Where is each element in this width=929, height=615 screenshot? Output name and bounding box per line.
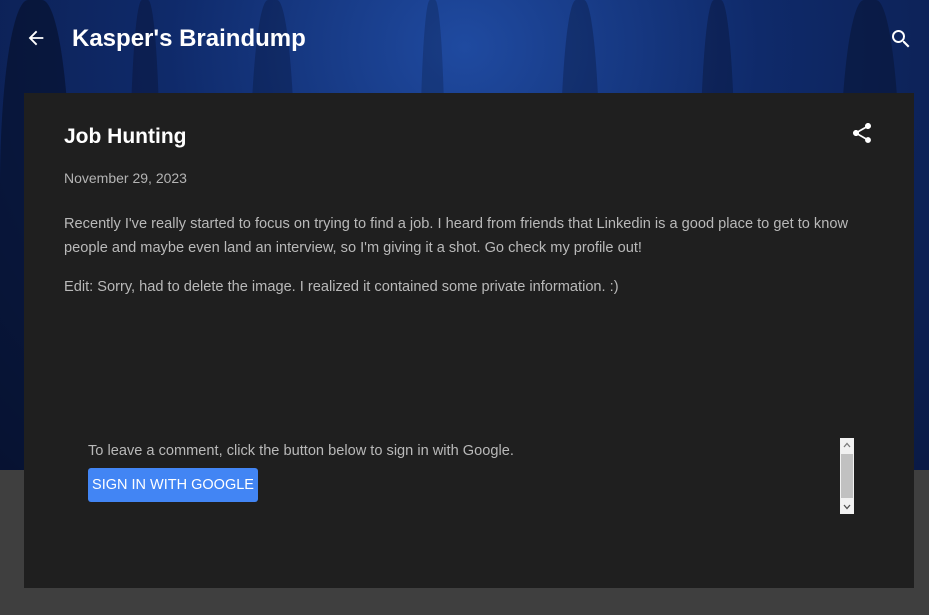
post-title: Job Hunting <box>64 125 187 148</box>
blog-header: Kasper's Braindump <box>0 0 929 80</box>
search-icon <box>889 27 913 56</box>
scroll-up-arrow-icon[interactable] <box>840 438 854 452</box>
post-date[interactable]: November 29, 2023 <box>64 169 187 187</box>
post-card: Job Hunting November 29, 2023 Recently I… <box>24 93 914 588</box>
comment-frame-scrollbar[interactable] <box>840 438 854 514</box>
comment-section: To leave a comment, click the button bel… <box>88 438 854 514</box>
scroll-down-arrow-icon[interactable] <box>840 500 854 514</box>
blog-title[interactable]: Kasper's Braindump <box>72 24 306 54</box>
back-button[interactable] <box>20 24 52 56</box>
share-icon <box>850 121 874 150</box>
search-button[interactable] <box>886 26 916 56</box>
comment-signin-prompt: To leave a comment, click the button bel… <box>88 443 514 459</box>
sign-in-with-google-button[interactable]: SIGN IN WITH GOOGLE <box>88 468 258 502</box>
scrollbar-thumb[interactable] <box>841 454 853 498</box>
post-body: Recently I've really started to focus on… <box>64 212 884 314</box>
post-paragraph: Edit: Sorry, had to delete the image. I … <box>64 279 619 295</box>
arrow-back-icon <box>25 27 47 54</box>
post-paragraph: Recently I've really started to focus on… <box>64 216 848 256</box>
share-button[interactable] <box>848 121 876 149</box>
